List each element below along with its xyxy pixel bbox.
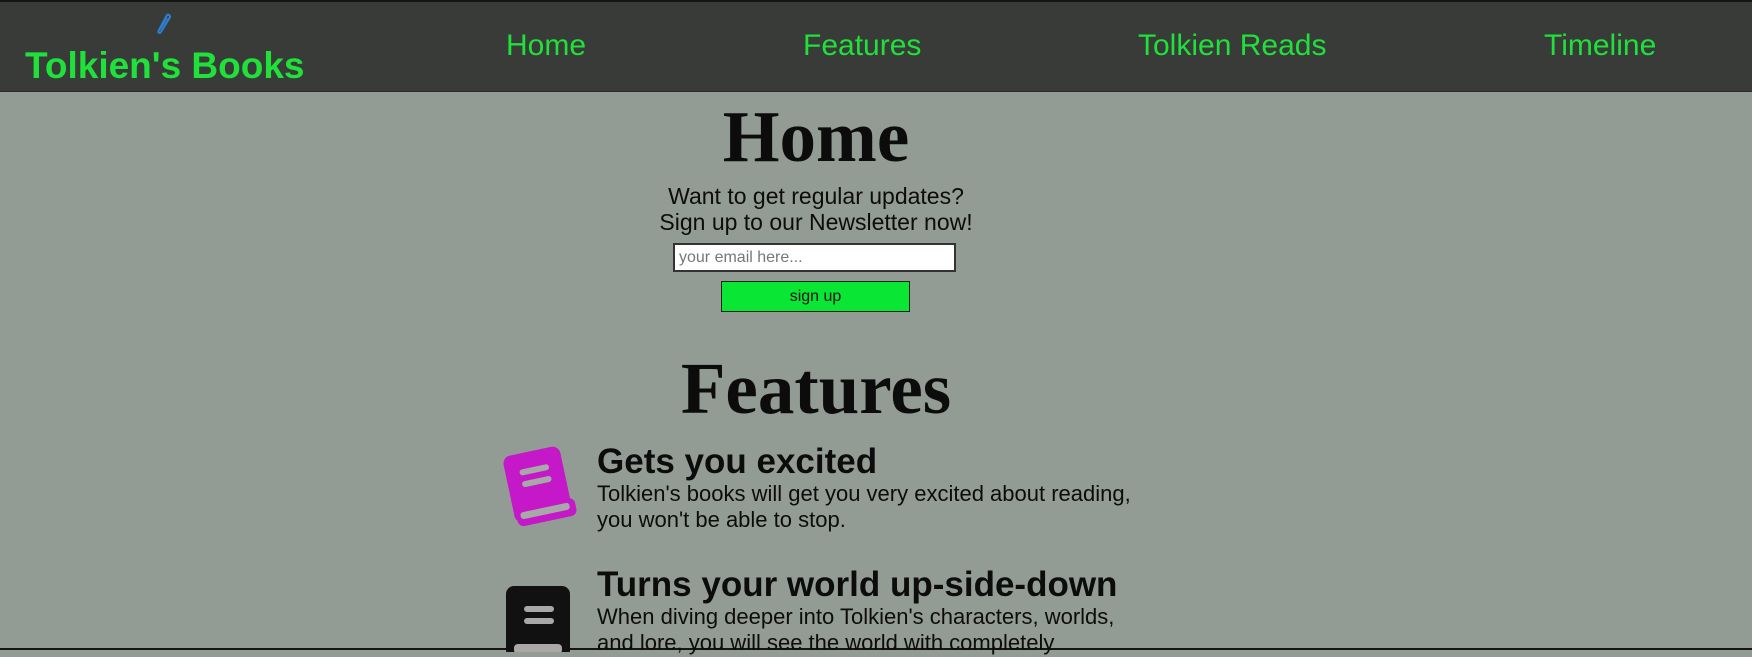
sign-up-button[interactable]: sign up (721, 281, 910, 312)
features-section-title: Features (680, 348, 952, 429)
logo-text: Tolkien's Books (25, 45, 305, 86)
top-navigation-bar: Tolkien's Books Home Features Tolkien Re… (0, 2, 1752, 92)
newsletter-prompt: Want to get regular updates? Sign up to … (0, 183, 1632, 235)
newsletter-line-1: Want to get regular updates? (668, 183, 964, 209)
nav-link-features[interactable]: Features (803, 29, 921, 63)
feature-heading-excited: Gets you excited (597, 442, 878, 481)
email-input[interactable] (673, 243, 956, 272)
feather-pen-icon (152, 12, 176, 36)
nav-link-home[interactable]: Home (506, 29, 586, 63)
feature-text-up-side-down: When diving deeper into Tolkien's charac… (597, 604, 1115, 655)
home-section-title: Home (722, 96, 910, 177)
feature-heading-up-side-down: Turns your world up-side-down (597, 565, 1118, 604)
book-icon (499, 442, 581, 537)
book-icon (504, 586, 572, 657)
feature-text-excited: Tolkien's books will get you very excite… (597, 481, 1131, 532)
nav-link-tolkien-reads[interactable]: Tolkien Reads (1138, 29, 1326, 63)
newsletter-line-2: Sign up to our Newsletter now! (659, 209, 973, 235)
nav-link-timeline[interactable]: Timeline (1544, 29, 1656, 63)
